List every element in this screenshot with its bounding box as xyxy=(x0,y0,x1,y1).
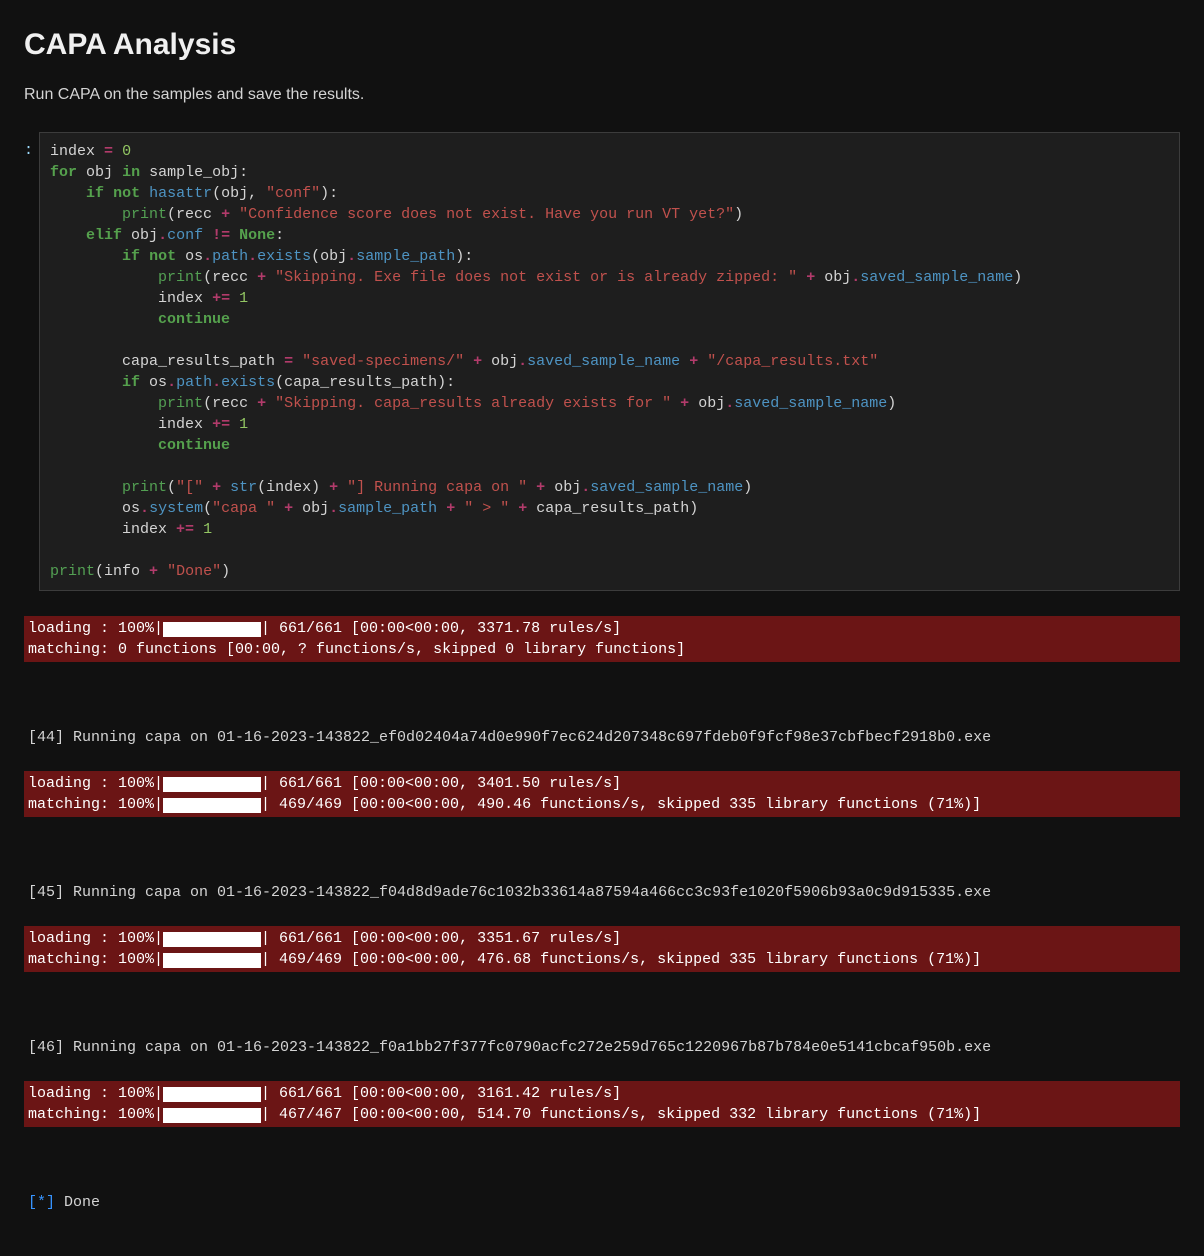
code-line: capa_results_path = "saved-specimens/" +… xyxy=(50,353,878,370)
code-line: os.system("capa " + obj.sample_path + " … xyxy=(50,500,698,517)
code-line: continue xyxy=(50,437,230,454)
code-line: index = 0 xyxy=(50,143,131,160)
code-line: index += 1 xyxy=(50,290,248,307)
done-line: [*] Done xyxy=(24,1190,1180,1215)
code-line: print("[" + str(index) + "] Running capa… xyxy=(50,479,752,496)
code-line: index += 1 xyxy=(50,521,212,538)
stderr-block: loading : 100%|| 661/661 [00:00<00:00, 3… xyxy=(24,1081,1180,1127)
code-line: index += 1 xyxy=(50,416,248,433)
code-line: if not hasattr(obj, "conf"): xyxy=(50,185,338,202)
stdout-line: [44] Running capa on 01-16-2023-143822_e… xyxy=(24,725,1180,750)
stdout-line: [46] Running capa on 01-16-2023-143822_f… xyxy=(24,1035,1180,1060)
section-description: Run CAPA on the samples and save the res… xyxy=(24,86,1180,104)
progress-bar-icon xyxy=(163,622,261,637)
code-line: elif obj.conf != None: xyxy=(50,227,284,244)
output-area: loading : 100%|| 661/661 [00:00<00:00, 3… xyxy=(24,595,1180,1236)
code-line: for obj in sample_obj: xyxy=(50,164,248,181)
progress-bar-icon xyxy=(163,953,261,968)
stdout-line: [45] Running capa on 01-16-2023-143822_f… xyxy=(24,880,1180,905)
progress-bar-icon xyxy=(163,1087,261,1102)
code-line: if not os.path.exists(obj.sample_path): xyxy=(50,248,473,265)
stderr-block: loading : 100%|| 661/661 [00:00<00:00, 3… xyxy=(24,771,1180,817)
code-line: print(recc + "Skipping. Exe file does no… xyxy=(50,269,1022,286)
code-line: print(info + "Done") xyxy=(50,563,230,580)
input-prompt: : xyxy=(24,132,39,161)
progress-bar-icon xyxy=(163,932,261,947)
page-title: CAPA Analysis xyxy=(24,28,1180,62)
progress-bar-icon xyxy=(163,777,261,792)
stderr-block: loading : 100%|| 661/661 [00:00<00:00, 3… xyxy=(24,926,1180,972)
code-input[interactable]: index = 0 for obj in sample_obj: if not … xyxy=(39,132,1180,591)
code-cell-container: : index = 0 for obj in sample_obj: if no… xyxy=(24,132,1180,591)
code-line: continue xyxy=(50,311,230,328)
code-line: print(recc + "Skipping. capa_results alr… xyxy=(50,395,896,412)
stderr-block: loading : 100%|| 661/661 [00:00<00:00, 3… xyxy=(24,616,1180,662)
code-line: print(recc + "Confidence score does not … xyxy=(50,206,743,223)
progress-bar-icon xyxy=(163,1108,261,1123)
progress-bar-icon xyxy=(163,798,261,813)
info-badge: [*] xyxy=(28,1194,55,1211)
code-line: if os.path.exists(capa_results_path): xyxy=(50,374,455,391)
